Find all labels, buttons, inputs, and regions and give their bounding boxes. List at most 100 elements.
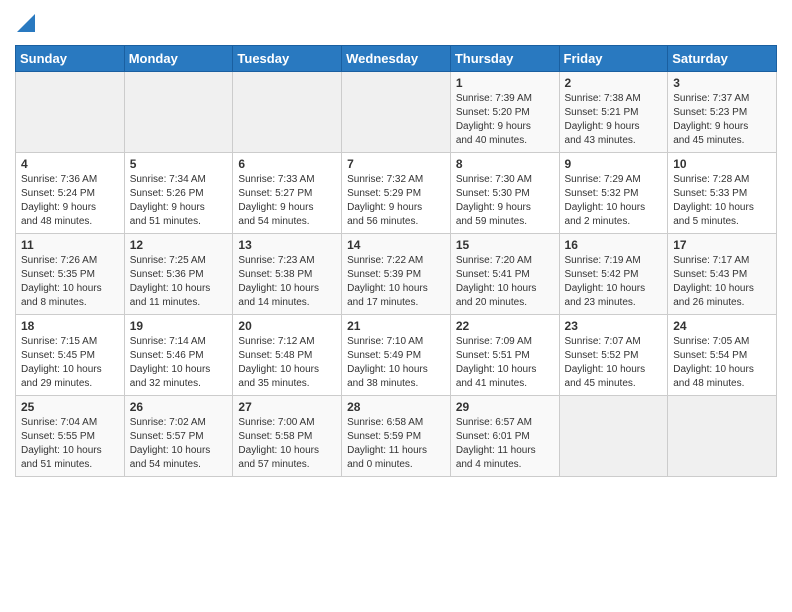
day-number: 24 <box>673 319 771 333</box>
day-number: 4 <box>21 157 119 171</box>
weekday-header-wednesday: Wednesday <box>342 45 451 71</box>
day-info: Sunrise: 7:30 AMSunset: 5:30 PMDaylight:… <box>456 173 554 229</box>
calendar-cell: 12 Sunrise: 7:25 AMSunset: 5:36 PMDayligh… <box>124 233 233 314</box>
calendar-cell: 25 Sunrise: 7:04 AMSunset: 5:55 PMDayligh… <box>16 395 125 476</box>
calendar-cell: 23 Sunrise: 7:07 AMSunset: 5:52 PMDayligh… <box>559 314 668 395</box>
day-info: Sunrise: 7:22 AMSunset: 5:39 PMDaylight:… <box>347 254 445 310</box>
weekday-header-tuesday: Tuesday <box>233 45 342 71</box>
calendar-cell: 1 Sunrise: 7:39 AMSunset: 5:20 PMDaylight… <box>450 71 559 152</box>
calendar-cell: 19Sunrise: 7:14 AMSunset: 5:46 PMDayligh… <box>124 314 233 395</box>
week-row-5: 25 Sunrise: 7:04 AMSunset: 5:55 PMDayligh… <box>16 395 777 476</box>
week-row-2: 4 Sunrise: 7:36 AMSunset: 5:24 PMDaylight… <box>16 152 777 233</box>
day-info: Sunrise: 7:15 AMSunset: 5:45 PMDaylight:… <box>21 335 119 391</box>
week-row-3: 11 Sunrise: 7:26 AMSunset: 5:35 PMDayligh… <box>16 233 777 314</box>
day-info: Sunrise: 6:57 AMSunset: 6:01 PMDaylight:… <box>456 416 554 472</box>
day-number: 5 <box>130 157 228 171</box>
calendar-cell <box>668 395 777 476</box>
day-number: 16 <box>565 238 663 252</box>
calendar-cell: 10 Sunrise: 7:28 AMSunset: 5:33 PMDayligh… <box>668 152 777 233</box>
day-info: Sunrise: 7:37 AMSunset: 5:23 PMDaylight:… <box>673 92 771 148</box>
day-info: Sunrise: 7:38 AMSunset: 5:21 PMDaylight:… <box>565 92 663 148</box>
day-number: 14 <box>347 238 445 252</box>
calendar-cell: 6 Sunrise: 7:33 AMSunset: 5:27 PMDaylight… <box>233 152 342 233</box>
calendar-cell: 16 Sunrise: 7:19 AMSunset: 5:42 PMDayligh… <box>559 233 668 314</box>
day-number: 10 <box>673 157 771 171</box>
day-info: Sunrise: 6:58 AMSunset: 5:59 PMDaylight:… <box>347 416 445 472</box>
day-number: 12 <box>130 238 228 252</box>
logo-triangle-icon <box>17 14 35 32</box>
day-info: Sunrise: 7:14 AMSunset: 5:46 PMDaylight:… <box>130 335 228 391</box>
weekday-header-thursday: Thursday <box>450 45 559 71</box>
calendar-cell: 18 Sunrise: 7:15 AMSunset: 5:45 PMDayligh… <box>16 314 125 395</box>
day-number: 22 <box>456 319 554 333</box>
day-number: 7 <box>347 157 445 171</box>
day-info: Sunrise: 7:19 AMSunset: 5:42 PMDaylight:… <box>565 254 663 310</box>
calendar-cell: 26 Sunrise: 7:02 AMSunset: 5:57 PMDayligh… <box>124 395 233 476</box>
week-row-1: 1 Sunrise: 7:39 AMSunset: 5:20 PMDaylight… <box>16 71 777 152</box>
weekday-header-friday: Friday <box>559 45 668 71</box>
logo-text <box>15 14 35 37</box>
day-info: Sunrise: 7:26 AMSunset: 5:35 PMDaylight:… <box>21 254 119 310</box>
calendar-cell: 13Sunrise: 7:23 AMSunset: 5:38 PMDayligh… <box>233 233 342 314</box>
calendar-cell <box>124 71 233 152</box>
calendar-cell: 22Sunrise: 7:09 AMSunset: 5:51 PMDayligh… <box>450 314 559 395</box>
day-info: Sunrise: 7:02 AMSunset: 5:57 PMDaylight:… <box>130 416 228 472</box>
day-info: Sunrise: 7:23 AMSunset: 5:38 PMDaylight:… <box>238 254 336 310</box>
day-info: Sunrise: 7:28 AMSunset: 5:33 PMDaylight:… <box>673 173 771 229</box>
day-info: Sunrise: 7:33 AMSunset: 5:27 PMDaylight:… <box>238 173 336 229</box>
day-number: 21 <box>347 319 445 333</box>
day-number: 28 <box>347 400 445 414</box>
day-number: 23 <box>565 319 663 333</box>
calendar-cell: 2Sunrise: 7:38 AMSunset: 5:21 PMDaylight… <box>559 71 668 152</box>
calendar-cell: 11 Sunrise: 7:26 AMSunset: 5:35 PMDayligh… <box>16 233 125 314</box>
week-row-4: 18 Sunrise: 7:15 AMSunset: 5:45 PMDayligh… <box>16 314 777 395</box>
calendar-cell: 24 Sunrise: 7:05 AMSunset: 5:54 PMDayligh… <box>668 314 777 395</box>
day-number: 8 <box>456 157 554 171</box>
day-info: Sunrise: 7:04 AMSunset: 5:55 PMDaylight:… <box>21 416 119 472</box>
day-info: Sunrise: 7:20 AMSunset: 5:41 PMDaylight:… <box>456 254 554 310</box>
day-number: 20 <box>238 319 336 333</box>
weekday-header-monday: Monday <box>124 45 233 71</box>
day-info: Sunrise: 7:34 AMSunset: 5:26 PMDaylight:… <box>130 173 228 229</box>
day-info: Sunrise: 7:00 AMSunset: 5:58 PMDaylight:… <box>238 416 336 472</box>
day-info: Sunrise: 7:39 AMSunset: 5:20 PMDaylight:… <box>456 92 554 148</box>
day-info: Sunrise: 7:32 AMSunset: 5:29 PMDaylight:… <box>347 173 445 229</box>
day-number: 6 <box>238 157 336 171</box>
day-info: Sunrise: 7:10 AMSunset: 5:49 PMDaylight:… <box>347 335 445 391</box>
calendar-cell: 20 Sunrise: 7:12 AMSunset: 5:48 PMDayligh… <box>233 314 342 395</box>
calendar-cell <box>342 71 451 152</box>
day-number: 1 <box>456 76 554 90</box>
calendar-cell: 9Sunrise: 7:29 AMSunset: 5:32 PMDaylight… <box>559 152 668 233</box>
calendar-cell: 5 Sunrise: 7:34 AMSunset: 5:26 PMDaylight… <box>124 152 233 233</box>
day-number: 26 <box>130 400 228 414</box>
calendar-cell: 4 Sunrise: 7:36 AMSunset: 5:24 PMDaylight… <box>16 152 125 233</box>
calendar-cell <box>559 395 668 476</box>
main-container: SundayMondayTuesdayWednesdayThursdayFrid… <box>0 0 792 487</box>
day-number: 27 <box>238 400 336 414</box>
day-number: 29 <box>456 400 554 414</box>
calendar-cell: 17 Sunrise: 7:17 AMSunset: 5:43 PMDayligh… <box>668 233 777 314</box>
day-info: Sunrise: 7:36 AMSunset: 5:24 PMDaylight:… <box>21 173 119 229</box>
calendar-table: SundayMondayTuesdayWednesdayThursdayFrid… <box>15 45 777 477</box>
day-info: Sunrise: 7:17 AMSunset: 5:43 PMDaylight:… <box>673 254 771 310</box>
day-number: 15 <box>456 238 554 252</box>
weekday-header-row: SundayMondayTuesdayWednesdayThursdayFrid… <box>16 45 777 71</box>
day-number: 17 <box>673 238 771 252</box>
weekday-header-sunday: Sunday <box>16 45 125 71</box>
day-number: 25 <box>21 400 119 414</box>
calendar-cell: 21 Sunrise: 7:10 AMSunset: 5:49 PMDayligh… <box>342 314 451 395</box>
logo <box>15 14 35 37</box>
day-info: Sunrise: 7:07 AMSunset: 5:52 PMDaylight:… <box>565 335 663 391</box>
day-info: Sunrise: 7:29 AMSunset: 5:32 PMDaylight:… <box>565 173 663 229</box>
day-info: Sunrise: 7:12 AMSunset: 5:48 PMDaylight:… <box>238 335 336 391</box>
day-info: Sunrise: 7:05 AMSunset: 5:54 PMDaylight:… <box>673 335 771 391</box>
calendar-cell: 27 Sunrise: 7:00 AMSunset: 5:58 PMDayligh… <box>233 395 342 476</box>
calendar-cell: 7 Sunrise: 7:32 AMSunset: 5:29 PMDaylight… <box>342 152 451 233</box>
calendar-cell: 8 Sunrise: 7:30 AMSunset: 5:30 PMDaylight… <box>450 152 559 233</box>
calendar-cell: 14 Sunrise: 7:22 AMSunset: 5:39 PMDayligh… <box>342 233 451 314</box>
header <box>15 10 777 37</box>
day-info: Sunrise: 7:25 AMSunset: 5:36 PMDaylight:… <box>130 254 228 310</box>
day-number: 18 <box>21 319 119 333</box>
calendar-cell <box>233 71 342 152</box>
day-number: 11 <box>21 238 119 252</box>
